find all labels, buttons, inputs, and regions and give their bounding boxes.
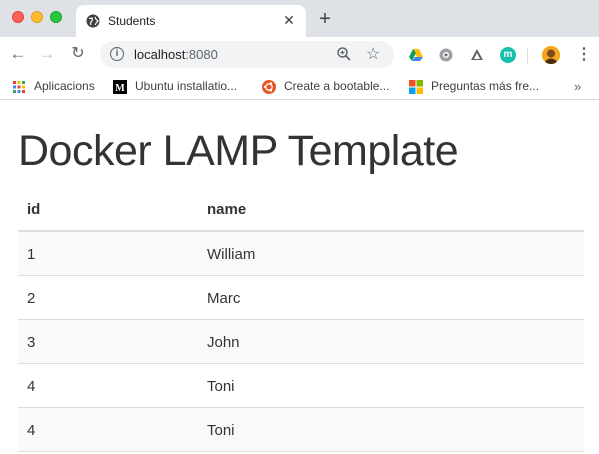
cell-name: Toni (207, 422, 235, 439)
tab-strip: Students ✕ + (0, 0, 599, 37)
bookmarks-bar: Aplicacions M Ubuntu installatio... Crea… (0, 73, 599, 100)
table-row: 4 Toni (18, 364, 584, 408)
globe-icon (86, 14, 100, 28)
cell-id: 4 (27, 422, 36, 439)
bookmark-label: Create a bootable... (284, 79, 390, 93)
medium-logo-icon: M (113, 80, 127, 94)
more-bookmarks-button[interactable]: » (574, 79, 581, 94)
minimize-window-button[interactable] (31, 11, 43, 23)
url-host: localhost (134, 47, 186, 62)
column-header-id: id (27, 201, 41, 218)
back-arrow-icon[interactable]: ← (6, 42, 30, 66)
bookmark-label: Ubuntu installatio... (135, 79, 238, 93)
bookmark-star-icon[interactable]: ☆ (366, 44, 380, 64)
google-drive-icon[interactable] (408, 47, 424, 63)
close-tab-icon[interactable]: ✕ (280, 11, 298, 29)
new-tab-button[interactable]: + (314, 8, 336, 30)
page-title: Docker LAMP Template (18, 127, 459, 175)
bookmark-label: Preguntas más fre... (431, 79, 540, 93)
reload-icon[interactable]: ↻ (66, 42, 90, 66)
students-table: id name 1 William 2 Marc 3 John 4 Toni 4… (18, 188, 584, 452)
cell-id: 3 (27, 334, 36, 351)
cell-id: 1 (27, 246, 36, 263)
svg-text:M: M (115, 83, 125, 94)
more-menu-icon[interactable]: ⋮ (576, 46, 592, 64)
zoom-icon[interactable] (336, 46, 352, 62)
forward-arrow-icon[interactable]: → (35, 42, 59, 66)
table-header-row: id name (18, 188, 584, 232)
profile-avatar[interactable] (542, 46, 560, 64)
bookmark-preguntas[interactable]: Preguntas más fre... (409, 78, 559, 96)
bookmark-create-bootable[interactable]: Create a bootable... (262, 78, 402, 96)
browser-toolbar: ← → ↻ i localhost:8080 ☆ m ⋮ (0, 37, 599, 73)
cell-name: Marc (207, 290, 241, 307)
table-row: 1 William (18, 232, 584, 276)
column-header-name: name (207, 201, 247, 218)
tab-title: Students (108, 14, 156, 28)
table-row: 4 Toni (18, 408, 584, 452)
microsoft-logo-icon (409, 80, 423, 94)
info-icon[interactable]: i (110, 47, 124, 61)
extension-gear-icon[interactable] (438, 47, 454, 63)
close-window-button[interactable] (12, 11, 24, 23)
bookmark-ubuntu-installation[interactable]: M Ubuntu installatio... (113, 78, 253, 96)
table-row: 3 John (18, 320, 584, 364)
cell-name: William (207, 246, 256, 263)
ubuntu-logo-icon (262, 80, 276, 94)
tab-students[interactable]: Students ✕ (76, 5, 306, 37)
cell-id: 2 (27, 290, 36, 307)
table-row: 2 Marc (18, 276, 584, 320)
bookmark-label: Aplicacions (34, 79, 95, 93)
cell-id: 4 (27, 378, 36, 395)
url-port: :8080 (185, 47, 218, 62)
cell-name: John (207, 334, 240, 351)
url-text[interactable]: localhost:8080 (134, 47, 218, 62)
cell-name: Toni (207, 378, 235, 395)
cloud-extension-icon[interactable] (469, 47, 485, 63)
address-bar[interactable]: i localhost:8080 ☆ (100, 41, 394, 68)
bookmark-apps[interactable]: Aplicacions (12, 78, 102, 96)
toolbar-divider (527, 48, 528, 64)
avatar-image (542, 46, 560, 64)
m-extension-icon[interactable]: m (500, 47, 516, 63)
apps-grid-icon (13, 81, 25, 93)
maximize-window-button[interactable] (50, 11, 62, 23)
